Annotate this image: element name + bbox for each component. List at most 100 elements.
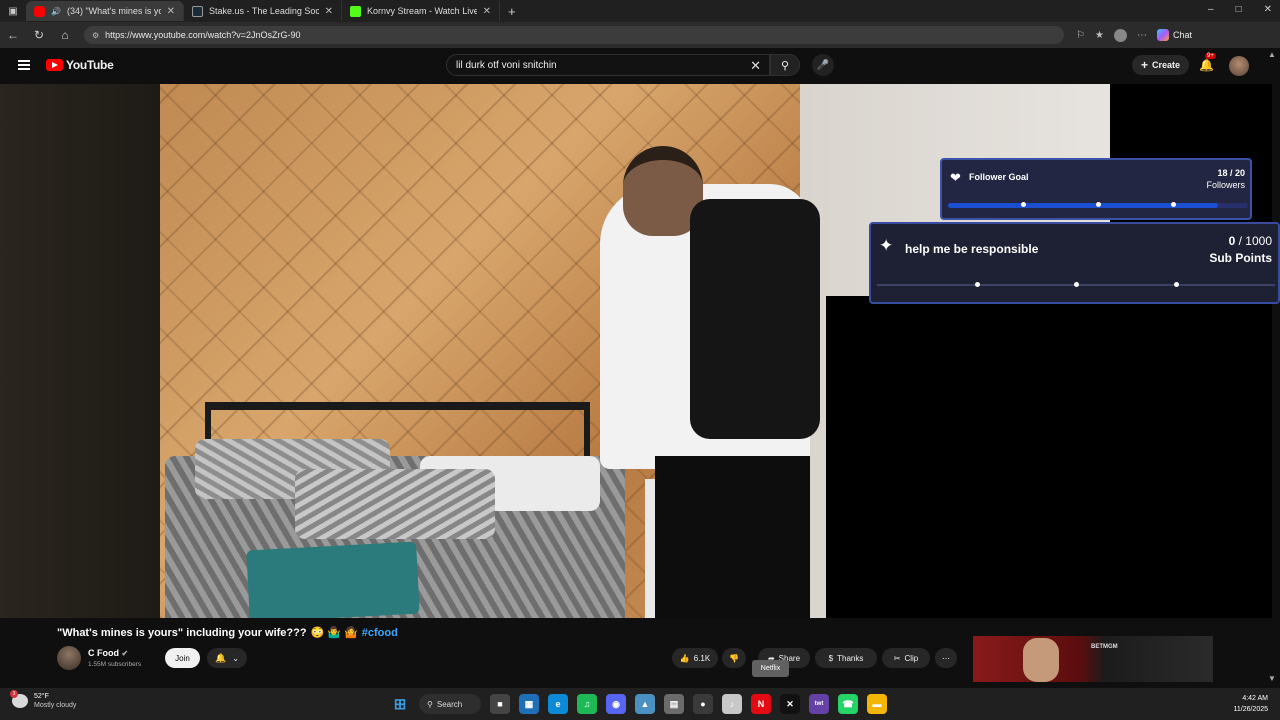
twitch-icon[interactable]: twt bbox=[809, 694, 829, 714]
url-text: https://www.youtube.com/watch?v=2JnOsZrG… bbox=[105, 30, 301, 40]
refresh-icon[interactable]: ↻ bbox=[32, 28, 46, 42]
thumbs-down-icon: 👎 bbox=[729, 653, 739, 663]
more-icon[interactable]: ⋯ bbox=[1137, 30, 1147, 41]
person-black-vest bbox=[690, 199, 820, 439]
notification-badge: 9+ bbox=[1205, 53, 1216, 59]
copilot-chat-button[interactable]: Chat bbox=[1156, 29, 1192, 41]
close-tab-icon[interactable]: ✕ bbox=[167, 6, 175, 17]
capcut-icon[interactable]: ✕ bbox=[780, 694, 800, 714]
close-tab-icon[interactable]: ✕ bbox=[483, 6, 491, 17]
weather-alert-badge: 3 bbox=[10, 690, 18, 698]
thanks-button[interactable]: $ Thanks bbox=[815, 648, 877, 668]
clear-search-icon[interactable]: ✕ bbox=[750, 58, 761, 74]
video-left-border bbox=[0, 84, 160, 618]
account-avatar[interactable] bbox=[1229, 56, 1249, 76]
progress-marker bbox=[1171, 202, 1176, 207]
files-icon[interactable]: ▤ bbox=[664, 694, 684, 714]
file-explorer-dark-icon[interactable]: ■ bbox=[490, 694, 510, 714]
site-info-icon[interactable]: ⚙ bbox=[92, 31, 99, 40]
search-query: lil durk otf voni snitchin bbox=[456, 59, 557, 71]
copilot-icon bbox=[1156, 29, 1169, 41]
thanks-label: Thanks bbox=[837, 653, 864, 663]
channel-avatar[interactable] bbox=[57, 646, 81, 670]
home-icon[interactable]: ⌂ bbox=[58, 28, 72, 42]
temperature: 52°F bbox=[34, 693, 49, 700]
close-window-button[interactable]: ✕ bbox=[1264, 4, 1272, 15]
weather-widget[interactable]: 3 52°F Mostly cloudy bbox=[10, 690, 77, 710]
maximize-button[interactable]: □ bbox=[1236, 4, 1242, 15]
sub-goal-unit: Sub Points bbox=[1209, 251, 1272, 265]
follower-goal-value: 18 / 20 bbox=[1217, 168, 1245, 178]
search-icon: ⚲ bbox=[780, 59, 790, 72]
hashtag-link[interactable]: #cfood bbox=[362, 627, 398, 639]
thumbs-up-icon: 👍 bbox=[679, 653, 690, 663]
video-title-text: "What's mines is yours" including your w… bbox=[57, 626, 307, 639]
back-icon[interactable]: ← bbox=[6, 28, 20, 42]
url-bar[interactable]: ⚙ https://www.youtube.com/watch?v=2JnOsZ… bbox=[84, 26, 1064, 44]
heart-icon: ❤ bbox=[950, 170, 961, 185]
subscribed-notifications-button[interactable]: 🔔 ⌄ bbox=[207, 648, 247, 668]
windows-start-icon[interactable]: ⊞ bbox=[390, 694, 410, 714]
profile-icon[interactable] bbox=[1113, 28, 1127, 42]
clip-label: Clip bbox=[904, 653, 919, 663]
calculator-icon[interactable]: ▦ bbox=[519, 694, 539, 714]
scroll-down-arrow-icon[interactable]: ▼ bbox=[1268, 674, 1276, 683]
notifications-button[interactable]: 🔔 9+ bbox=[1199, 53, 1216, 72]
kick-favicon-icon bbox=[350, 5, 361, 17]
create-button[interactable]: + Create bbox=[1132, 55, 1190, 75]
discord-icon[interactable]: ◉ bbox=[606, 694, 626, 714]
tab-stake[interactable]: Stake.us - The Leading Social Ca ✕ bbox=[184, 1, 342, 21]
stake-favicon-icon bbox=[192, 5, 203, 17]
system-clock[interactable]: 4:42 AM 11/26/2025 bbox=[1233, 693, 1268, 715]
sub-goal-current: 0 bbox=[1228, 234, 1236, 248]
scroll-up-arrow-icon[interactable]: ▲ bbox=[1268, 50, 1276, 59]
tab-youtube[interactable]: 🔊 (34) "What's mines is yours" ✕ bbox=[26, 1, 184, 21]
progress-marker bbox=[1096, 202, 1101, 207]
netflix-icon[interactable]: N bbox=[751, 694, 771, 714]
taskbar-search[interactable]: ⚲ Search bbox=[419, 694, 481, 714]
spotify-icon[interactable]: ♫ bbox=[577, 694, 597, 714]
follower-goal-progress-fill bbox=[948, 203, 1218, 208]
weather-condition: Mostly cloudy bbox=[34, 702, 77, 709]
like-count: 6.1K bbox=[693, 653, 711, 663]
hamburger-menu-icon[interactable] bbox=[18, 60, 30, 70]
edge-icon[interactable]: e bbox=[548, 694, 568, 714]
chat-label: Chat bbox=[1172, 30, 1192, 40]
search-input[interactable]: lil durk otf voni snitchin ✕ bbox=[446, 54, 770, 76]
sub-goal-progress-bar bbox=[877, 282, 1275, 287]
itunes-icon[interactable]: ♪ bbox=[722, 694, 742, 714]
youtube-logo[interactable]: YouTube bbox=[46, 58, 114, 72]
tab-actions-icon[interactable]: ▣ bbox=[0, 6, 26, 17]
photos-icon[interactable]: ▲ bbox=[635, 694, 655, 714]
chrome-icon[interactable]: ● bbox=[693, 694, 713, 714]
join-button[interactable]: Join bbox=[165, 648, 200, 668]
tab-kick[interactable]: Kornvy Stream - Watch Live on Ki ✕ bbox=[342, 1, 500, 21]
follower-goal-progress-bar bbox=[948, 202, 1248, 208]
thanks-icon: $ bbox=[828, 653, 834, 663]
folder-icon[interactable]: ▬ bbox=[867, 694, 887, 714]
whatsapp-icon[interactable]: ☎ bbox=[838, 694, 858, 714]
extensions-icon[interactable]: ⚐ bbox=[1076, 30, 1085, 41]
sub-goal-widget: ✦ help me be responsible 0 / 1000 Sub Po… bbox=[869, 222, 1280, 304]
video-title-emoji: 😳 🤷‍♂️ 🤷 bbox=[310, 627, 358, 639]
new-tab-button[interactable]: + bbox=[508, 4, 516, 19]
like-button[interactable]: 👍 6.1K bbox=[672, 648, 718, 668]
follower-goal-title: Follower Goal bbox=[969, 172, 1029, 182]
audio-playing-icon[interactable]: 🔊 bbox=[51, 7, 61, 16]
search-button[interactable]: ⚲ bbox=[770, 54, 800, 76]
recommended-video-thumbnail[interactable]: BETMGM bbox=[973, 636, 1213, 682]
dislike-button[interactable]: 👎 bbox=[722, 648, 746, 668]
close-tab-icon[interactable]: ✕ bbox=[325, 6, 333, 17]
favorites-icon[interactable]: ★ bbox=[1095, 30, 1104, 41]
more-actions-button[interactable]: ⋯ bbox=[935, 648, 957, 668]
youtube-header: YouTube lil durk otf voni snitchin ✕ ⚲ 🎤… bbox=[0, 48, 1280, 84]
channel-name[interactable]: C Food ✔ bbox=[88, 648, 128, 658]
minimize-button[interactable]: – bbox=[1208, 4, 1214, 15]
browser-tab-strip: ▣ 🔊 (34) "What's mines is yours" ✕ Stake… bbox=[0, 0, 1280, 22]
clip-button[interactable]: ✂ Clip bbox=[882, 648, 930, 668]
clock-date: 11/26/2025 bbox=[1233, 706, 1268, 713]
window-controls: – □ ✕ bbox=[1208, 4, 1272, 15]
channel-name-text: C Food bbox=[88, 648, 119, 658]
voice-search-button[interactable]: 🎤 bbox=[812, 54, 834, 76]
create-label: Create bbox=[1152, 60, 1181, 70]
